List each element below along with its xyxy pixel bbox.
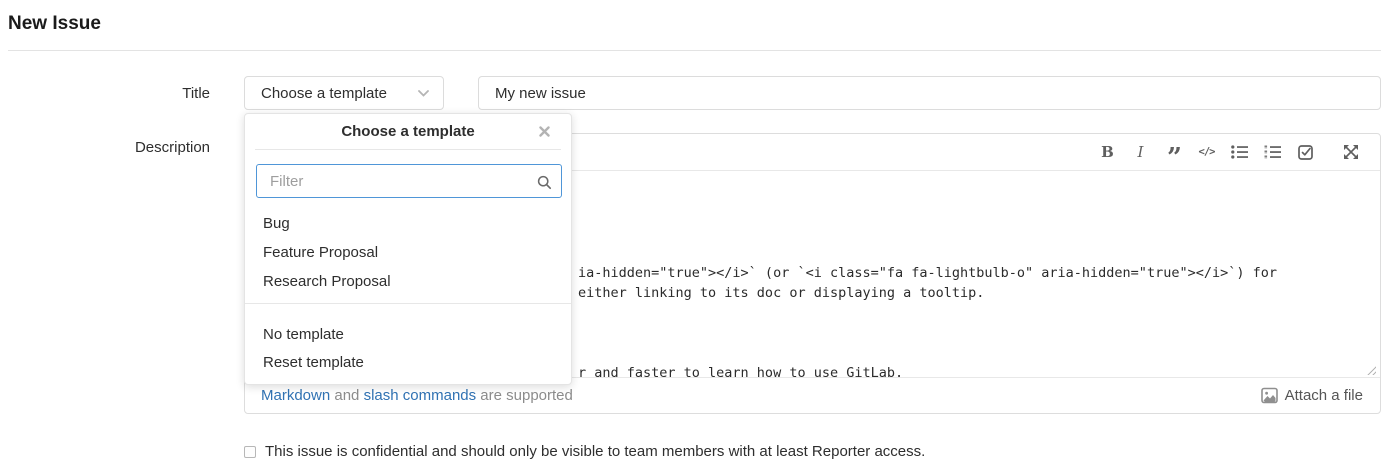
bold-icon[interactable]: B (1098, 142, 1117, 162)
issue-title-input[interactable] (478, 76, 1381, 110)
attach-file-label: Attach a file (1285, 387, 1363, 404)
attach-file-icon (1261, 387, 1278, 404)
dropdown-section-divider (245, 303, 571, 304)
textarea-resize-handle[interactable] (1365, 364, 1376, 375)
template-filter-input[interactable] (256, 164, 562, 198)
dropdown-header-divider (255, 149, 561, 150)
page-title: New Issue (8, 13, 101, 35)
slash-commands-link[interactable]: slash commands (364, 387, 477, 404)
description-text-line: either linking to its doc or displaying … (578, 283, 984, 303)
title-label: Title (0, 85, 210, 102)
template-option-feature-proposal[interactable]: Feature Proposal (245, 238, 571, 267)
dropdown-title: Choose a template (245, 123, 571, 140)
close-icon[interactable] (539, 126, 551, 138)
code-icon[interactable]: </> (1197, 142, 1216, 162)
template-option-research-proposal[interactable]: Research Proposal (245, 267, 571, 296)
markdown-support-note: Markdown and slash commands are supporte… (261, 387, 573, 404)
confidential-checkbox[interactable] (244, 446, 256, 458)
chevron-down-icon (418, 90, 429, 97)
attach-file-button[interactable]: Attach a file (1261, 387, 1363, 404)
choose-template-toggle-button[interactable]: Choose a template (244, 76, 444, 110)
description-text-line: ia-hidden="true"></i>` (or `<i class="fa… (578, 263, 1277, 283)
choose-template-toggle-label: Choose a template (261, 85, 387, 102)
note-text: and (330, 387, 363, 404)
template-actions-list: No template Reset template (245, 320, 571, 376)
note-text: are supported (476, 387, 573, 404)
template-option-bug[interactable]: Bug (245, 209, 571, 238)
fullscreen-icon[interactable] (1341, 142, 1360, 162)
description-label: Description (0, 139, 210, 156)
header-divider (8, 50, 1381, 51)
quote-icon[interactable]: ” (1164, 142, 1183, 162)
confidential-row: This issue is confidential and should on… (244, 443, 925, 461)
numbered-list-icon[interactable] (1263, 142, 1282, 162)
markdown-link[interactable]: Markdown (261, 387, 330, 404)
task-list-icon[interactable] (1296, 142, 1315, 162)
no-template-option[interactable]: No template (245, 320, 571, 348)
confidential-label: This issue is confidential and should on… (265, 443, 925, 461)
bullet-list-icon[interactable] (1230, 142, 1249, 162)
reset-template-option[interactable]: Reset template (245, 348, 571, 376)
choose-template-dropdown: Choose a template Bug Feature Proposal R… (244, 113, 572, 385)
italic-icon[interactable]: I (1131, 142, 1150, 162)
search-icon (537, 175, 552, 190)
template-options-list: Bug Feature Proposal Research Proposal (245, 209, 571, 296)
